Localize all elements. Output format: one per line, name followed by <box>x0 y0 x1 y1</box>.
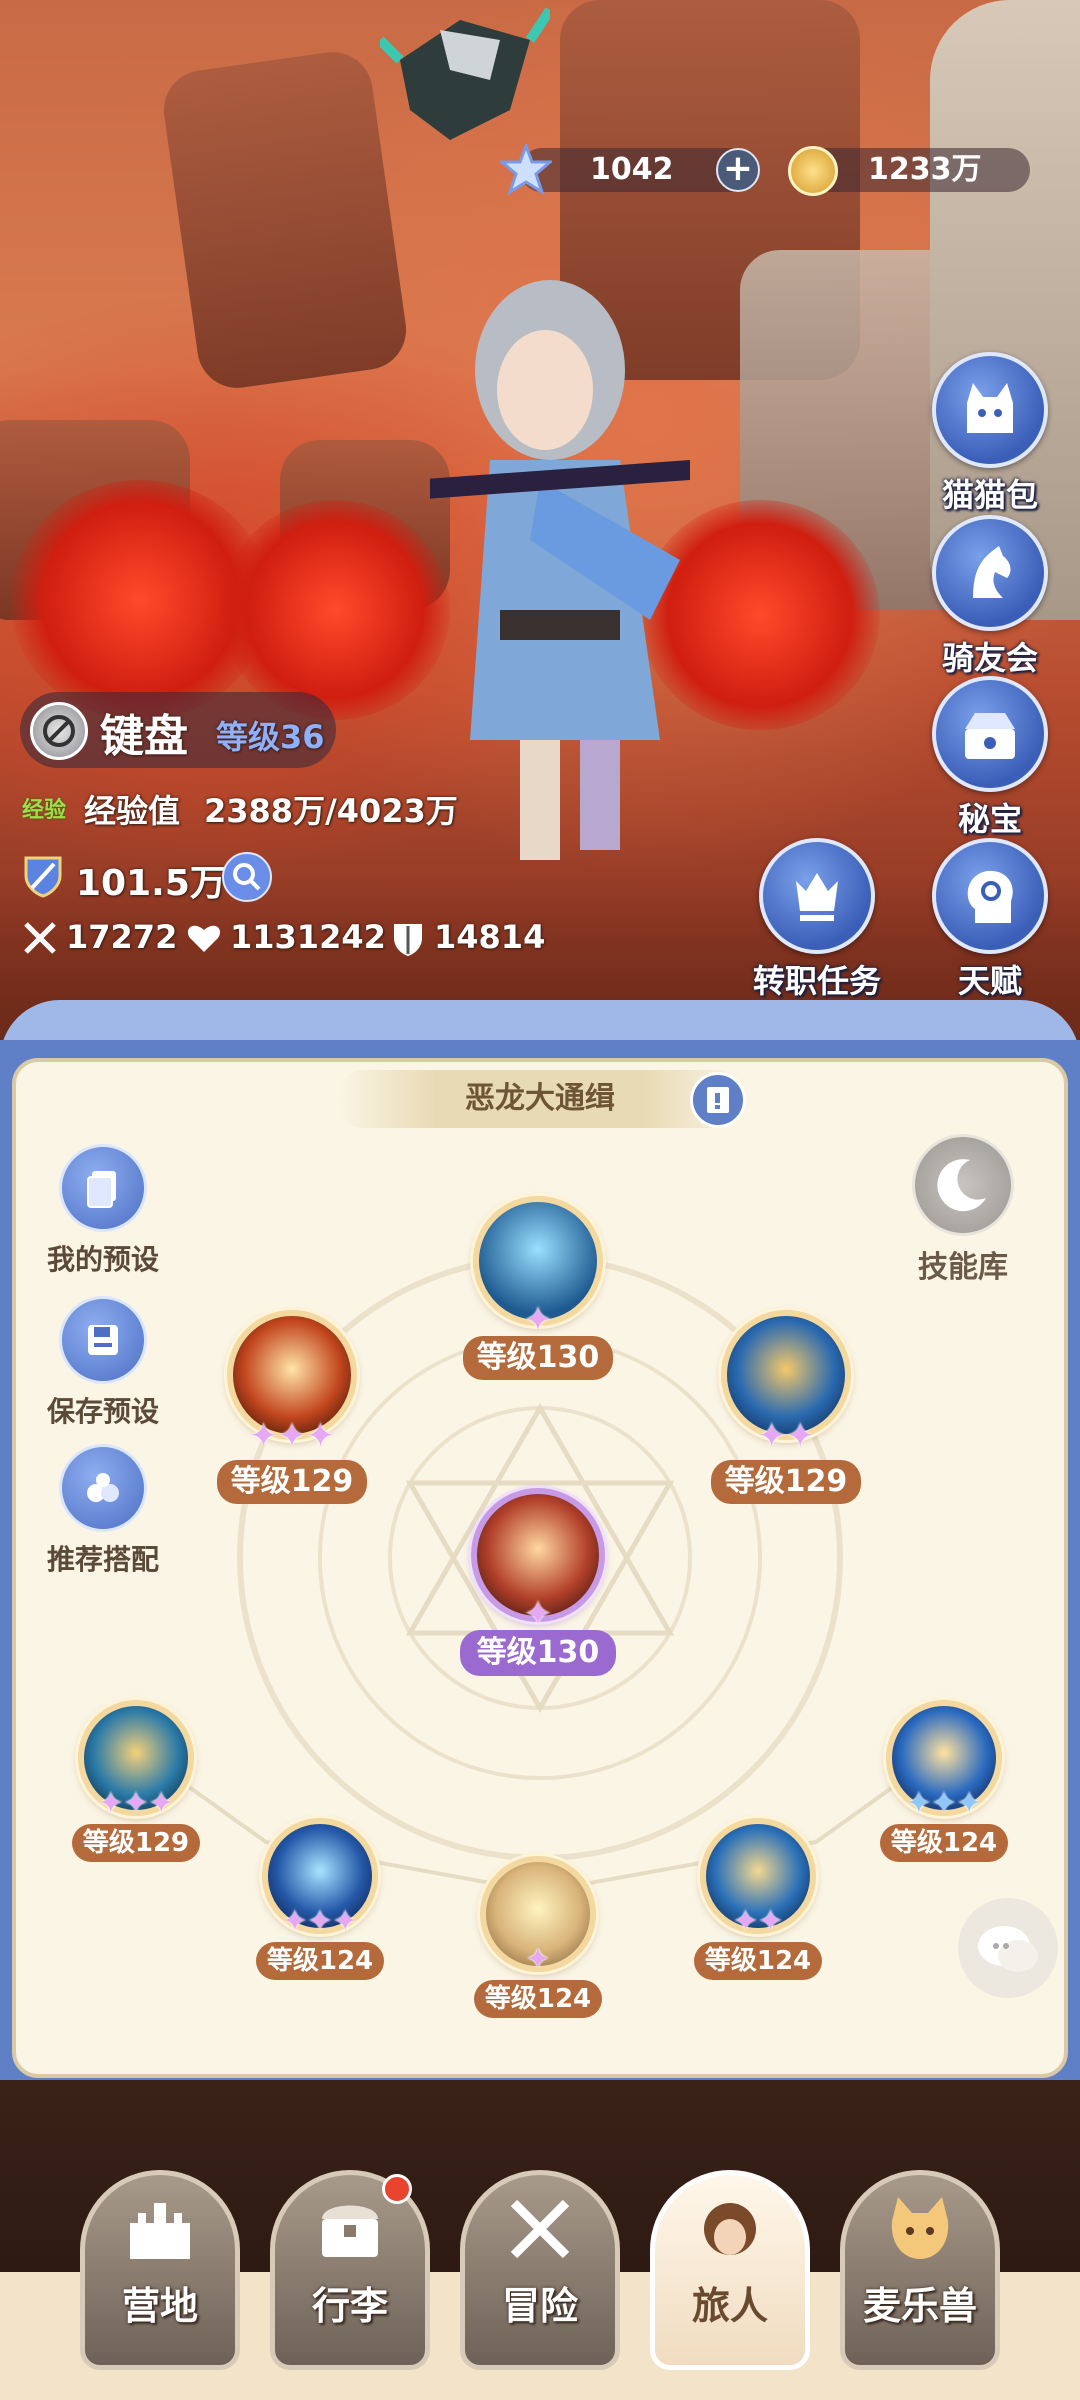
hp-heart-icon <box>184 918 224 958</box>
talent-button[interactable]: 天赋 <box>930 838 1050 1002</box>
skill-stars: ✦✦✦ <box>98 1786 174 1821</box>
crossed-swords-icon <box>500 2189 580 2269</box>
gold-value: 1233万 <box>868 152 982 187</box>
player-level: 等级36 <box>216 718 325 756</box>
attack-value: 17272 <box>66 918 178 956</box>
skill-stars: ✦✦✦ <box>906 1786 982 1821</box>
exp-value: 2388万/4023万 <box>204 792 458 830</box>
chat-bubble-icon[interactable] <box>958 1898 1058 1998</box>
skill-library-icon <box>912 1134 1014 1236</box>
skill-slot-inner-right[interactable]: ✦✦ 等级124 <box>694 1818 822 1980</box>
skill-level-badge: 等级129 <box>72 1824 200 1862</box>
defense-shield-icon <box>388 918 428 958</box>
cat-bag-button[interactable]: 猫猫包 <box>930 352 1050 516</box>
treasure-button[interactable]: 秘宝 <box>930 676 1050 840</box>
skill-level-badge: 等级124 <box>256 1942 384 1980</box>
crystal-icon <box>497 141 555 196</box>
hero-character <box>410 260 690 900</box>
recommended-build-button[interactable]: 推荐搭配 <box>28 1444 178 1578</box>
player-name: 键盘 <box>100 711 188 762</box>
skill-level-badge: 等级124 <box>880 1824 1008 1862</box>
skill-slot-outer-right[interactable]: ✦✦✦ 等级124 <box>880 1700 1008 1862</box>
skill-slot-inner-left[interactable]: ✦✦✦ 等级124 <box>256 1818 384 1980</box>
tab-adventure[interactable]: 冒险 <box>460 2170 620 2370</box>
cat-bag-icon <box>932 352 1048 468</box>
skill-level-badge: 等级129 <box>711 1460 861 1504</box>
rider-club-button[interactable]: 骑友会 <box>930 515 1050 679</box>
exp-tag: 经验 <box>22 798 67 823</box>
horse-icon <box>932 515 1048 631</box>
skill-level-badge: 等级129 <box>217 1460 367 1504</box>
skill-stars: ✦ <box>523 1594 553 1634</box>
tab-camp[interactable]: 营地 <box>80 2170 240 2370</box>
search-icon[interactable] <box>222 852 272 902</box>
castle-icon <box>120 2189 200 2269</box>
skill-stars: ✦✦ <box>757 1416 815 1456</box>
recommend-icon <box>59 1444 147 1532</box>
skill-slot-center[interactable]: ✦ 等级130 <box>460 1488 616 1676</box>
my-preset-button[interactable]: 我的预设 <box>28 1144 178 1278</box>
skill-stars: ✦ <box>525 1942 551 1977</box>
skill-stars: ✦✦✦ <box>249 1416 335 1456</box>
skill-library-button[interactable]: 技能库 <box>888 1134 1038 1286</box>
skill-level-badge: 等级124 <box>694 1942 822 1980</box>
skill-slot-top[interactable]: ✦ 等级130 <box>463 1196 613 1380</box>
combat-power-icon <box>20 852 66 898</box>
preset-cards-icon <box>59 1144 147 1232</box>
skill-slot-outer-left[interactable]: ✦✦✦ 等级129 <box>72 1700 200 1862</box>
cat-face-icon <box>880 2189 960 2269</box>
exp-label: 经验值 <box>84 792 181 830</box>
combat-power-value: 101.5万 <box>76 863 226 904</box>
crystal-value: 1042 <box>590 152 674 187</box>
chest-icon <box>310 2189 390 2269</box>
class-emblem-icon <box>30 702 88 760</box>
job-change-quest-button[interactable]: 转职任务 <box>742 838 892 1002</box>
save-preset-button[interactable]: 保存预设 <box>28 1296 178 1430</box>
defense-value: 14814 <box>434 918 546 956</box>
panel-title: 恶龙大通缉 <box>336 1070 744 1128</box>
attack-icon <box>20 918 60 958</box>
skill-level-badge: 等级124 <box>474 1980 602 2018</box>
tab-mailebeast[interactable]: 麦乐兽 <box>840 2170 1000 2370</box>
notification-badge <box>382 2174 412 2204</box>
skill-slot-left-upper[interactable]: ✦✦✦ 等级129 <box>217 1310 367 1504</box>
treasure-icon <box>932 676 1048 792</box>
skill-stars: ✦✦ <box>732 1904 784 1939</box>
skill-level-badge: 等级130 <box>460 1630 616 1676</box>
skill-stars: ✦✦✦ <box>282 1904 358 1939</box>
gold-coin-icon <box>788 146 838 196</box>
hp-value: 1131242 <box>230 918 386 956</box>
tab-traveler[interactable]: 旅人 <box>650 2170 810 2370</box>
traveler-avatar-icon <box>690 2189 770 2269</box>
save-disk-icon <box>59 1296 147 1384</box>
skill-slot-right-upper[interactable]: ✦✦ 等级129 <box>711 1310 861 1504</box>
skill-level-badge: 等级130 <box>463 1336 613 1380</box>
skill-stars: ✦ <box>523 1300 553 1340</box>
job-change-icon <box>759 838 875 954</box>
skill-slot-bottom[interactable]: ✦ 等级124 <box>474 1856 602 2018</box>
talent-head-icon <box>932 838 1048 954</box>
add-crystal-button[interactable]: + <box>716 148 760 192</box>
wanted-book-icon[interactable] <box>690 1072 746 1128</box>
